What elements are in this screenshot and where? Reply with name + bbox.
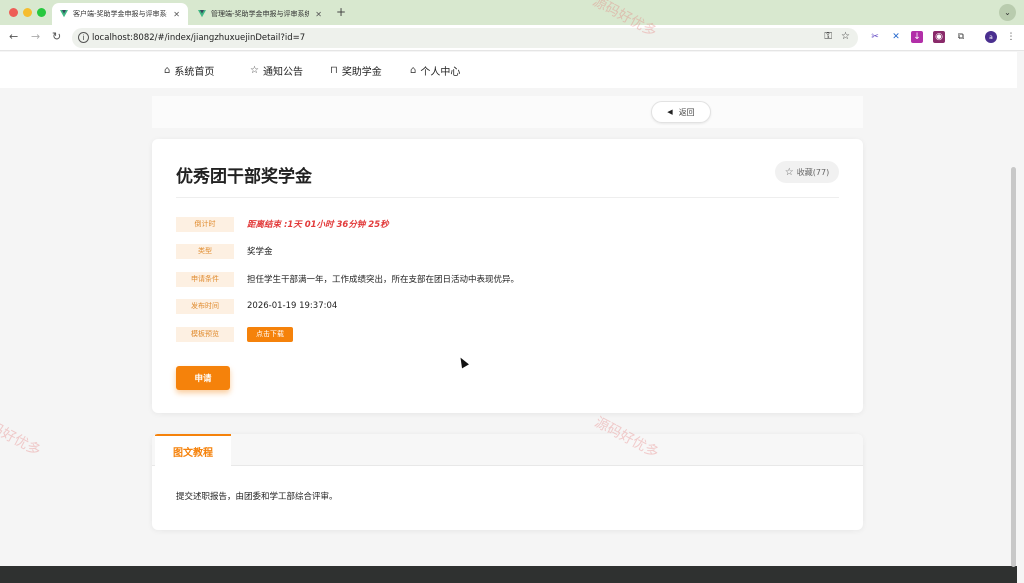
maximize-window-button[interactable] bbox=[37, 8, 46, 17]
nav-item-profile[interactable]: ⌂ 个人中心 bbox=[410, 63, 460, 78]
chevron-down-icon[interactable]: ⌄ bbox=[999, 4, 1016, 21]
site-info-icon[interactable]: i bbox=[78, 32, 89, 43]
nav-item-home[interactable]: ⌂ 系统首页 bbox=[164, 63, 214, 78]
nav-item-label: 通知公告 bbox=[262, 67, 303, 78]
back-button-label: 返回 bbox=[678, 107, 695, 117]
favorite-count: 收藏(77) bbox=[796, 167, 830, 177]
close-window-button[interactable] bbox=[9, 8, 18, 17]
page-title: 优秀团干部奖学金 bbox=[176, 167, 312, 187]
detail-row-publish-time: 发布时间 2026-01-19 19:37:04 bbox=[176, 298, 337, 314]
detail-label: 发布时间 bbox=[176, 298, 234, 314]
countdown-value: 距离结束 :1天 01小时 36分钟 25秒 bbox=[247, 220, 389, 230]
home-icon: ⌂ bbox=[164, 65, 171, 76]
password-key-icon[interactable]: ⚿ bbox=[824, 31, 832, 42]
home-icon: ⌂ bbox=[410, 65, 417, 76]
minimize-window-button[interactable] bbox=[23, 8, 32, 17]
detail-row-countdown: 倒计时 距离结束 :1天 01小时 36分钟 25秒 bbox=[176, 216, 389, 232]
tutorial-card: 图文教程 提交述职报告，由团委和学工部综合评审。 bbox=[152, 434, 863, 530]
nav-item-scholarships[interactable]: ⊓ 奖助学金 bbox=[330, 63, 382, 78]
detail-label: 类型 bbox=[176, 243, 234, 259]
star-icon: ☆ bbox=[784, 166, 794, 178]
favorite-button[interactable]: ☆ 收藏(77) bbox=[775, 161, 839, 183]
detail-row-template: 模板预览 点击下载 bbox=[176, 326, 293, 342]
publish-time-value: 2026-01-19 19:37:04 bbox=[247, 301, 338, 311]
profile-avatar[interactable]: a bbox=[985, 31, 997, 43]
scissors-extension-icon[interactable]: ✂ bbox=[869, 31, 881, 43]
close-tab-icon[interactable]: ✕ bbox=[315, 10, 322, 19]
detail-label: 模板预览 bbox=[176, 326, 234, 342]
site-footer bbox=[0, 566, 1017, 583]
nav-item-label: 系统首页 bbox=[174, 67, 215, 78]
browser-tab-title: 管理端-奖助学金申报与评审系统 bbox=[211, 10, 310, 18]
browser-tab-bar: 客户端-奖助学金申报与评审系统 ✕ 管理端-奖助学金申报与评审系统 ✕ + ⌄ bbox=[0, 0, 1024, 25]
tutorial-tabs bbox=[152, 434, 863, 466]
media-extension-icon[interactable]: ◉ bbox=[933, 31, 945, 43]
detail-label: 申请条件 bbox=[176, 271, 234, 287]
browser-menu-icon[interactable]: ⋮ bbox=[1005, 31, 1017, 43]
divider bbox=[176, 197, 839, 198]
detail-row-type: 类型 奖学金 bbox=[176, 243, 273, 259]
site-top-nav: ⌂ 系统首页 ☆ 通知公告 ⊓ 奖助学金 ⌂ 个人中心 bbox=[0, 52, 1017, 88]
type-value: 奖学金 bbox=[247, 247, 273, 257]
apply-button[interactable]: 申请 bbox=[176, 366, 230, 390]
browser-tab-client[interactable]: 客户端-奖助学金申报与评审系统 ✕ bbox=[52, 3, 188, 25]
new-tab-button[interactable]: + bbox=[336, 5, 346, 19]
download-extension-icon[interactable]: ↓ bbox=[911, 31, 923, 43]
download-template-button[interactable]: 点击下载 bbox=[247, 326, 293, 342]
tutorial-content: 提交述职报告，由团委和学工部综合评审。 bbox=[176, 492, 338, 502]
web-page: ⌂ 系统首页 ☆ 通知公告 ⊓ 奖助学金 ⌂ 个人中心 ◀ 返回 优秀团干部奖学… bbox=[0, 52, 1017, 583]
url-text: localhost:8082/#/index/jiangzhuxuejinDet… bbox=[92, 33, 306, 43]
nav-item-label: 奖助学金 bbox=[341, 67, 382, 78]
vue-icon bbox=[198, 10, 206, 18]
vue-icon bbox=[60, 10, 68, 18]
tools-extension-icon[interactable]: ✕ bbox=[890, 31, 902, 43]
browser-tab-title: 客户端-奖助学金申报与评审系统 bbox=[73, 10, 168, 18]
star-icon: ☆ bbox=[250, 65, 259, 76]
page-scrollbar[interactable] bbox=[1011, 167, 1016, 567]
close-tab-icon[interactable]: ✕ bbox=[173, 10, 180, 19]
detail-row-conditions: 申请条件 担任学生干部满一年，工作成绩突出，所在支部在团日活动中表现优异。 bbox=[176, 271, 519, 287]
forward-arrow-icon[interactable]: → bbox=[31, 30, 40, 43]
conditions-value: 担任学生干部满一年，工作成绩突出，所在支部在团日活动中表现优异。 bbox=[247, 275, 520, 285]
back-arrow-icon[interactable]: ← bbox=[9, 30, 18, 43]
nav-item-notices[interactable]: ☆ 通知公告 bbox=[250, 63, 303, 78]
browser-tab-admin[interactable]: 管理端-奖助学金申报与评审系统 ✕ bbox=[190, 3, 330, 25]
tab-tutorial[interactable]: 图文教程 bbox=[155, 434, 231, 467]
reload-icon[interactable]: ↻ bbox=[52, 30, 61, 43]
bookmark-star-icon[interactable]: ☆ bbox=[841, 31, 850, 42]
address-bar[interactable]: i localhost:8082/#/index/jiangzhuxuejinD… bbox=[72, 28, 858, 48]
puzzle-extensions-icon[interactable]: ⧉ bbox=[955, 31, 967, 43]
nav-item-label: 个人中心 bbox=[420, 67, 461, 78]
browser-toolbar: ← → ↻ i localhost:8082/#/index/jiangzhux… bbox=[0, 25, 1024, 51]
caret-left-icon: ◀ bbox=[667, 108, 673, 116]
scholarship-detail-card: 优秀团干部奖学金 ☆ 收藏(77) 倒计时 距离结束 :1天 01小时 36分钟… bbox=[152, 139, 863, 413]
bag-icon: ⊓ bbox=[330, 65, 338, 76]
back-bar: ◀ 返回 bbox=[152, 96, 863, 128]
back-button[interactable]: ◀ 返回 bbox=[651, 101, 711, 123]
detail-label: 倒计时 bbox=[176, 216, 234, 232]
